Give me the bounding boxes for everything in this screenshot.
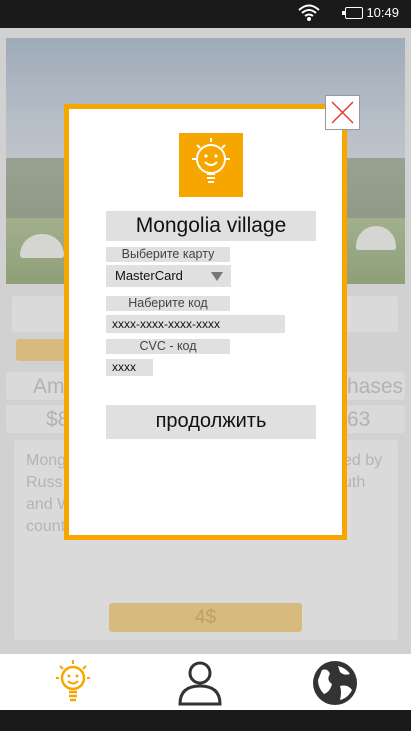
lightbulb-icon bbox=[56, 660, 90, 702]
bottom-nav bbox=[0, 654, 411, 710]
system-nav-bar bbox=[0, 710, 411, 731]
card-number-input[interactable]: xxxx-xxxx-xxxx-xxxx bbox=[106, 315, 285, 333]
continue-button[interactable]: продолжить bbox=[106, 405, 316, 439]
nav-globe[interactable] bbox=[310, 658, 360, 708]
card-select[interactable]: MasterCard bbox=[106, 265, 231, 287]
card-select-value: MasterCard bbox=[115, 268, 183, 283]
card-label: Выберите карту bbox=[106, 247, 230, 262]
lightbulb-logo-icon bbox=[179, 133, 243, 197]
cvc-label: CVC - код bbox=[106, 339, 230, 354]
nav-profile[interactable] bbox=[175, 658, 225, 708]
user-icon bbox=[178, 661, 222, 706]
close-icon bbox=[331, 101, 354, 124]
dialog-title: Mongolia village bbox=[106, 211, 316, 241]
cvc-input[interactable]: xxxx bbox=[106, 359, 153, 376]
dropdown-arrow-icon bbox=[211, 272, 223, 281]
close-button[interactable] bbox=[325, 95, 360, 130]
status-time: 10:49 bbox=[366, 5, 399, 20]
globe-icon bbox=[313, 661, 357, 705]
battery-icon bbox=[342, 7, 363, 19]
status-bar: 10:49 bbox=[0, 0, 411, 28]
wifi-icon bbox=[298, 4, 320, 21]
nav-lightbulb[interactable] bbox=[48, 658, 98, 708]
code-label: Наберите код bbox=[106, 296, 230, 311]
